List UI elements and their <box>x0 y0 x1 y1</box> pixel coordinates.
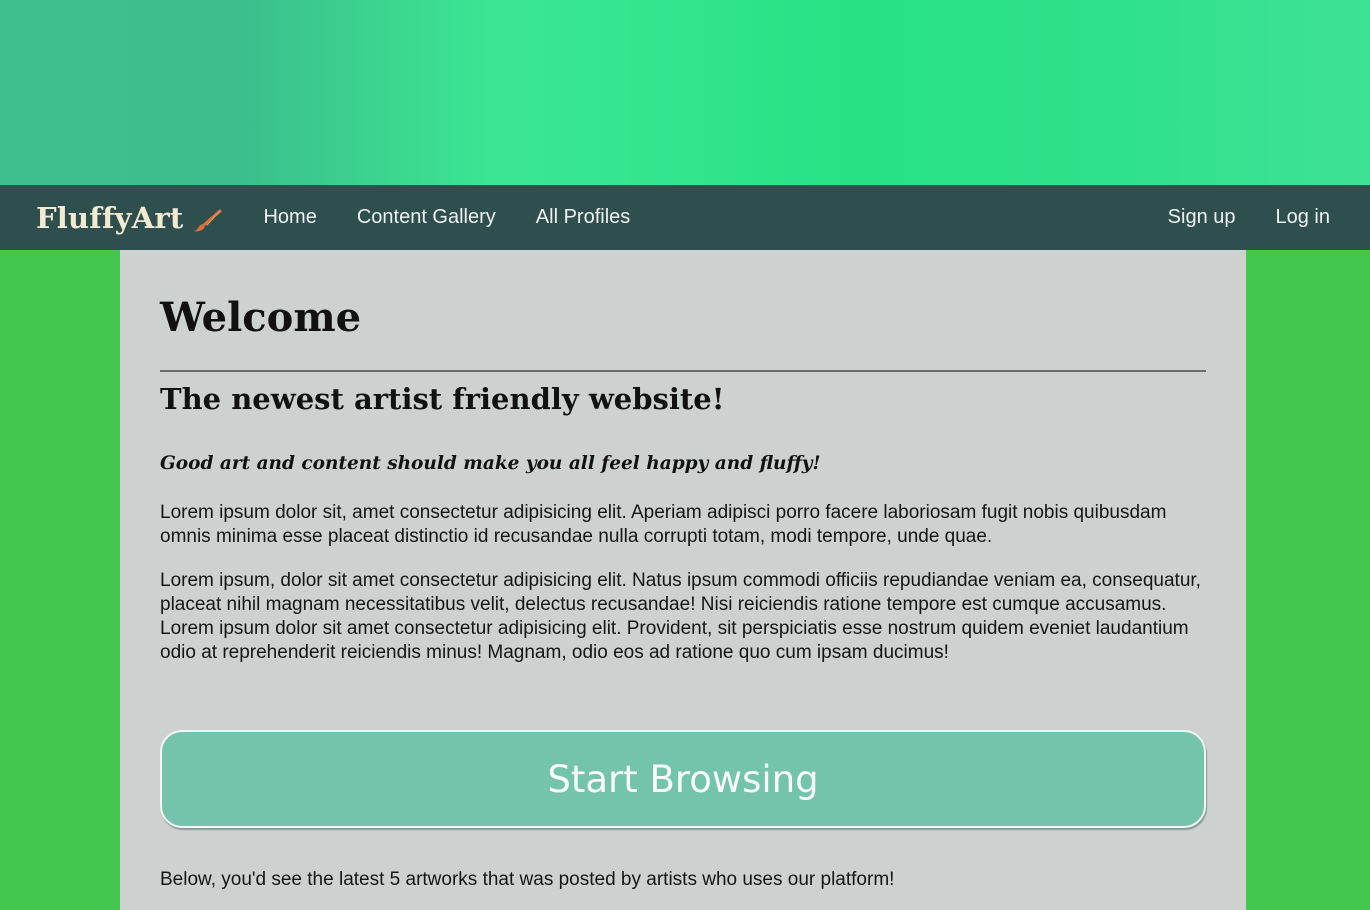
paintbrush-icon <box>191 206 223 231</box>
nav-log-in[interactable]: Log in <box>1276 206 1331 229</box>
main-content-panel: Welcome The newest artist friendly websi… <box>120 250 1246 910</box>
brand-logo[interactable]: FluffyArt <box>36 201 223 235</box>
nav-sign-up[interactable]: Sign up <box>1168 206 1236 229</box>
header-banner <box>0 0 1370 185</box>
nav-all-profiles[interactable]: All Profiles <box>536 206 630 229</box>
nav-auth-links: Sign up Log in <box>1128 206 1330 229</box>
start-browsing-button[interactable]: Start Browsing <box>160 730 1206 828</box>
tagline: Good art and content should make you all… <box>160 453 821 474</box>
nav-home[interactable]: Home <box>263 206 316 229</box>
intro-paragraph-2: Lorem ipsum, dolor sit amet consectetur … <box>160 570 1201 663</box>
page-title: Welcome <box>160 294 362 341</box>
intro-paragraph-1: Lorem ipsum dolor sit, amet consectetur … <box>160 502 1167 547</box>
navbar: FluffyArt Home Content Gallery All Profi… <box>0 185 1370 250</box>
brand-name: FluffyArt <box>36 200 184 235</box>
latest-artworks-caption: Below, you'd see the latest 5 artworks t… <box>160 869 895 890</box>
divider <box>160 370 1206 372</box>
nav-content-gallery[interactable]: Content Gallery <box>357 206 496 229</box>
page-subtitle: The newest artist friendly website! <box>160 382 725 416</box>
